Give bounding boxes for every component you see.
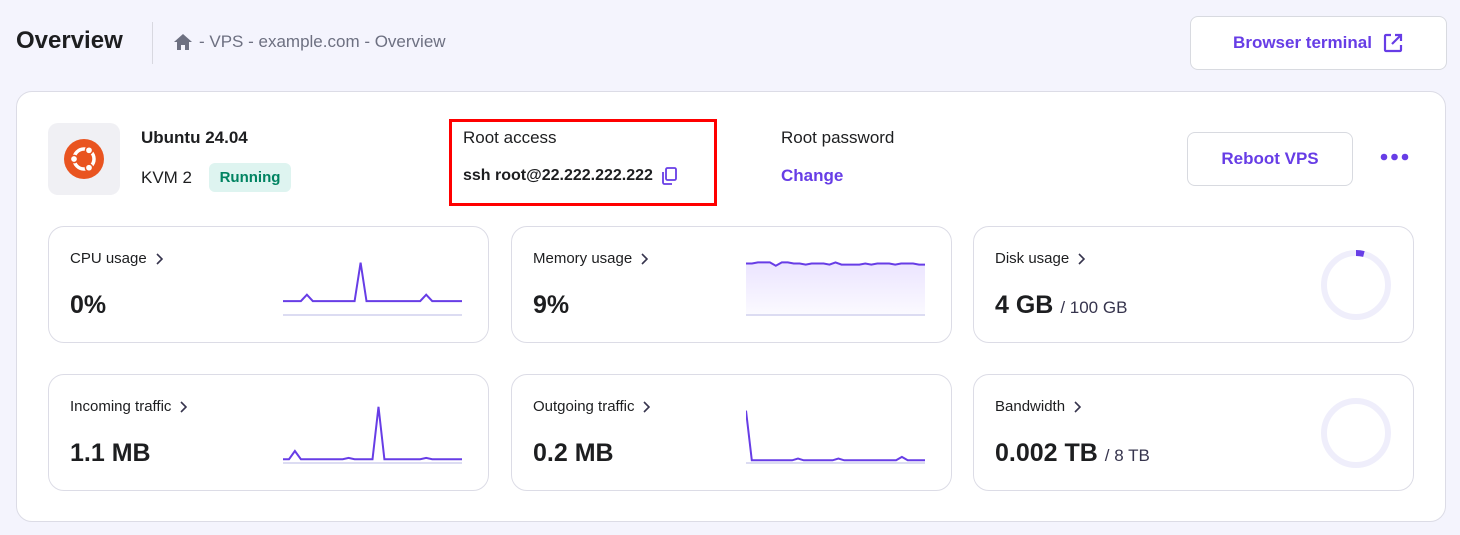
usage-donut xyxy=(1321,398,1391,468)
metric-card-cpu-usage[interactable]: CPU usage 0% xyxy=(48,226,489,343)
metric-card-outgoing-traffic[interactable]: Outgoing traffic 0.2 MB xyxy=(511,374,952,491)
metric-value-text: 0% xyxy=(70,291,107,319)
metric-label[interactable]: Memory usage xyxy=(533,250,649,267)
metric-label-text: Outgoing traffic xyxy=(533,398,635,415)
ssh-command: ssh root@22.222.222.222 xyxy=(463,167,653,184)
chevron-right-icon xyxy=(1078,252,1086,265)
metric-label-text: Incoming traffic xyxy=(70,398,172,415)
sparkline-area xyxy=(746,262,925,315)
metric-label[interactable]: Disk usage xyxy=(995,250,1086,267)
page-title: Overview xyxy=(16,27,123,54)
change-password-link[interactable]: Change xyxy=(781,166,843,186)
copy-icon[interactable] xyxy=(661,167,677,185)
ubuntu-icon xyxy=(64,139,104,179)
donut-track xyxy=(1321,250,1391,320)
plan-name: KVM 2 xyxy=(141,168,193,187)
status-badge: Running xyxy=(209,163,291,192)
sparkline-line xyxy=(283,406,462,461)
metric-card-bandwidth[interactable]: Bandwidth 0.002 TB / 8 TB xyxy=(973,374,1414,491)
metric-total: / 8 TB xyxy=(1104,446,1150,465)
metric-card-memory-usage[interactable]: Memory usage 9% xyxy=(511,226,952,343)
metric-label[interactable]: Bandwidth xyxy=(995,398,1082,415)
sparkline-chart xyxy=(746,410,925,464)
metric-card-disk-usage[interactable]: Disk usage 4 GB / 100 GB xyxy=(973,226,1414,343)
sparkline-chart xyxy=(283,406,462,464)
chevron-right-icon xyxy=(180,400,188,413)
os-logo xyxy=(48,123,120,195)
breadcrumb: - VPS - example.com - Overview xyxy=(173,32,446,52)
metric-value: 0.2 MB xyxy=(533,439,614,468)
metric-value: 9% xyxy=(533,291,569,320)
metric-label-text: Memory usage xyxy=(533,250,633,267)
metric-label[interactable]: CPU usage xyxy=(70,250,163,267)
metric-label[interactable]: Outgoing traffic xyxy=(533,398,651,415)
metric-value-text: 1.1 MB xyxy=(70,439,151,467)
metric-value-text: 4 GB xyxy=(995,291,1054,319)
home-icon[interactable] xyxy=(173,33,193,51)
chevron-right-icon xyxy=(156,252,163,265)
chevron-right-icon xyxy=(641,252,649,265)
reboot-vps-button[interactable]: Reboot VPS xyxy=(1187,132,1353,186)
root-password-label: Root password xyxy=(781,128,895,147)
chevron-right-icon xyxy=(1074,400,1082,413)
external-link-icon xyxy=(1383,33,1403,53)
metric-value: 0% xyxy=(70,291,106,320)
breadcrumb-text: - VPS - example.com - Overview xyxy=(199,32,446,51)
chevron-right-icon xyxy=(643,400,651,413)
metric-value-text: 0.2 MB xyxy=(533,439,614,467)
root-access-label: Root access xyxy=(463,128,557,147)
metric-value: 1.1 MB xyxy=(70,439,151,468)
usage-donut xyxy=(1321,250,1391,320)
more-options-icon[interactable] xyxy=(1380,152,1410,162)
browser-terminal-button[interactable]: Browser terminal xyxy=(1190,16,1447,70)
metric-label-text: CPU usage xyxy=(70,250,147,267)
browser-terminal-label: Browser terminal xyxy=(1233,33,1372,52)
sparkline-line xyxy=(283,262,462,303)
metric-value-text: 9% xyxy=(533,291,570,319)
sparkline-chart xyxy=(746,261,925,316)
os-name: Ubuntu 24.04 xyxy=(141,128,248,147)
divider xyxy=(152,22,153,64)
sparkline-chart xyxy=(283,262,462,316)
sparkline-line xyxy=(746,410,925,462)
metric-card-incoming-traffic[interactable]: Incoming traffic 1.1 MB xyxy=(48,374,489,491)
donut-track xyxy=(1321,398,1391,468)
metric-value-text: 0.002 TB xyxy=(995,439,1098,467)
metric-label-text: Bandwidth xyxy=(995,398,1066,415)
metric-total: / 100 GB xyxy=(1060,298,1128,317)
metric-label[interactable]: Incoming traffic xyxy=(70,398,188,415)
metric-value: 4 GB / 100 GB xyxy=(995,291,1127,320)
metric-value: 0.002 TB / 8 TB xyxy=(995,439,1150,468)
metric-label-text: Disk usage xyxy=(995,250,1070,267)
